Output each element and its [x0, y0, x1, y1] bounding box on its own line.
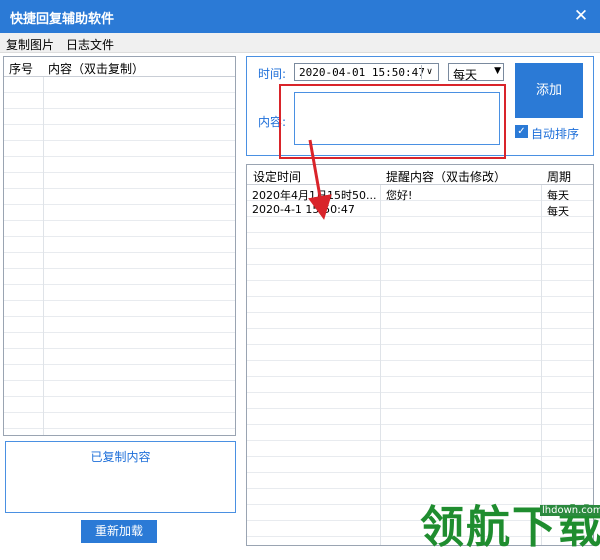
col-set-time[interactable]: 设定时间 [253, 168, 301, 185]
menu-copy-image[interactable]: 复制图片 [6, 36, 54, 53]
col-content[interactable]: 内容（双击复制） [48, 60, 144, 77]
highlight-annotation [279, 84, 506, 159]
cycle-select[interactable]: 每天 ▼ [448, 63, 504, 82]
chevron-down-icon[interactable]: ∨ [421, 65, 437, 79]
reminder-table-header: 设定时间 提醒内容（双击修改） 周期 [247, 165, 593, 185]
checkbox-checked-icon[interactable]: ✓ [515, 125, 528, 138]
table-rows [4, 77, 235, 435]
time-value: 2020-04-01 15:50:47 [299, 66, 425, 79]
window-title: 快捷回复辅助软件 [10, 12, 115, 27]
title-bar: 快捷回复辅助软件 ✕ [0, 0, 600, 33]
reload-button[interactable]: 重新加载 [81, 520, 157, 543]
reminder-table[interactable]: 设定时间 提醒内容（双击修改） 周期 2020年4月1日15时50... 您好!… [246, 164, 594, 546]
col-index[interactable]: 序号 [9, 60, 33, 77]
copy-content-table[interactable]: 序号 内容（双击复制） [3, 56, 236, 436]
auto-sort-label: 自动排序 [531, 127, 580, 141]
row-cycle: 每天 [547, 205, 569, 218]
table-header: 序号 内容（双击复制） [4, 57, 235, 77]
col-reminder-content[interactable]: 提醒内容（双击修改） [386, 168, 506, 185]
copied-content-label: 已复制内容 [90, 450, 151, 464]
row-cycle: 每天 [547, 189, 569, 202]
table-row[interactable]: 2020年4月1日15时50... 您好! 每天 [247, 186, 593, 202]
close-button[interactable]: ✕ [570, 5, 592, 27]
add-button[interactable]: 添加 [515, 63, 583, 118]
col-cycle[interactable]: 周期 [547, 168, 571, 185]
watermark-url: lhdown.com [540, 505, 600, 516]
copied-content-panel: 已复制内容 [5, 441, 236, 513]
cycle-value: 每天 [453, 68, 478, 82]
dropdown-arrow-icon: ▼ [494, 66, 501, 76]
row-time: 2020-4-1 15:50:47 [252, 203, 355, 216]
menu-log-file[interactable]: 日志文件 [66, 36, 114, 53]
time-label: 时间: [258, 67, 287, 81]
table-row[interactable]: 2020-4-1 15:50:47 每天 [247, 202, 593, 218]
row-time: 2020年4月1日15时50... [252, 189, 377, 202]
row-content: 您好! [386, 189, 413, 202]
menu-bar: 复制图片 日志文件 [0, 33, 600, 53]
time-picker[interactable]: 2020-04-01 15:50:47 ∨ [294, 63, 439, 81]
